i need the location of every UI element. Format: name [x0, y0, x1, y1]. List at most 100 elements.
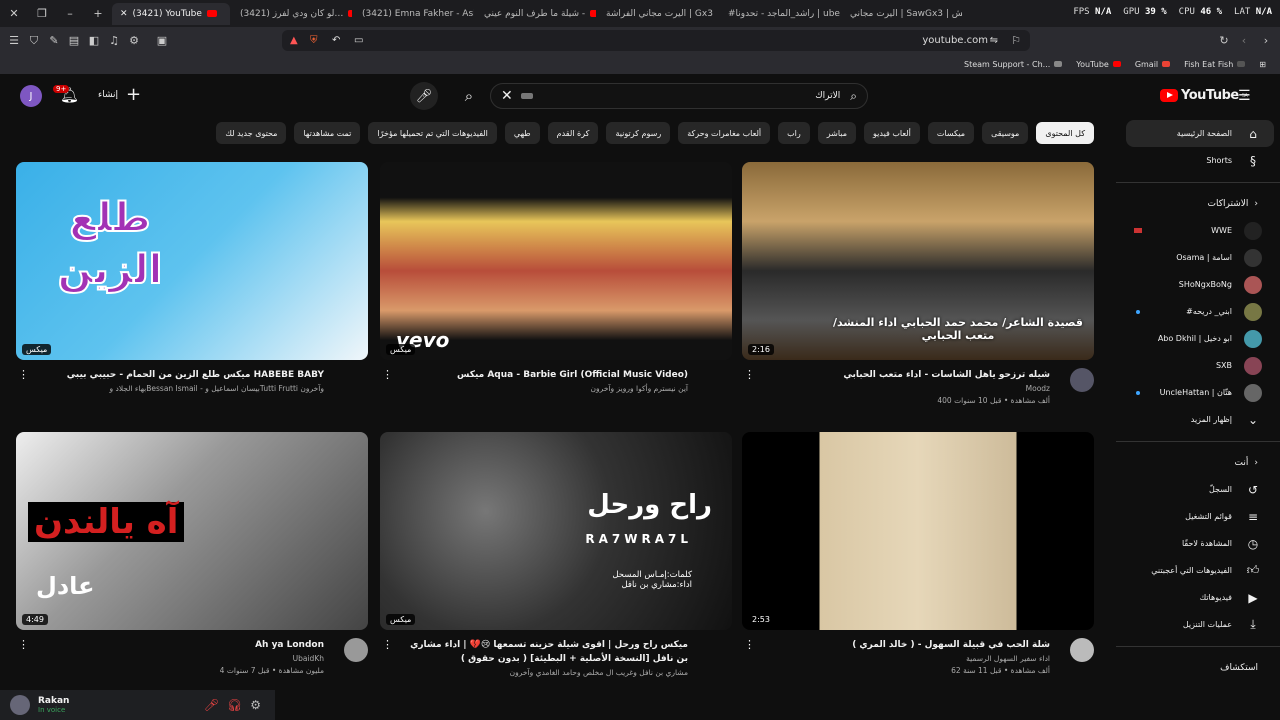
voice-search-icon[interactable]: 🎤︎	[410, 82, 438, 110]
close-tab-icon[interactable]: ✕	[120, 9, 128, 19]
video-thumbnail[interactable]: راح ورحل RA7WRA7L كلمات:إمـاس المسحل اداء:…	[380, 432, 732, 630]
video-channel[interactable]: Moodz	[760, 384, 1050, 393]
chip-filter[interactable]: طهي	[504, 122, 540, 144]
bookmark-item[interactable]: Steam Support - Ch...	[964, 60, 1063, 69]
sidebar-item-home[interactable]: الصفحة الرئيسية ⌂	[1126, 120, 1274, 147]
more-actions-icon[interactable]: ⋮	[382, 638, 393, 651]
search-input[interactable]: ✕ الاتراك ⌕	[490, 83, 868, 109]
video-thumbnail[interactable]: 2:53	[742, 432, 1094, 630]
chip-filter[interactable]: ميكسات	[927, 122, 975, 144]
account-avatar[interactable]: J	[20, 85, 42, 107]
restore-icon[interactable]: ❐	[28, 7, 56, 20]
sidebar-you-item[interactable]: قوائم التشغيل ≡	[1116, 503, 1280, 530]
video-title[interactable]: ميكس طلع الزين من الحمام - حبيبي بيبي HA…	[34, 368, 324, 382]
brave-shield-icon[interactable]: ⛨	[310, 35, 318, 46]
sidebar-channel[interactable]: WWE	[1116, 217, 1280, 244]
shield-icon[interactable]: ⛉	[24, 34, 44, 48]
back-icon[interactable]: ‹	[1234, 34, 1254, 47]
browser-tab[interactable]: (3421) Emna Fakher - Asla…	[354, 3, 474, 25]
sidebar-channel[interactable]: #ابني_ دريحه	[1116, 298, 1280, 325]
sidebar-you-item[interactable]: عمليات التنزيل ⤓	[1116, 611, 1280, 638]
minimize-icon[interactable]: –	[56, 7, 84, 20]
video-channel[interactable]: اداء سفير السهول الرسمية	[760, 654, 1050, 663]
sidebar-channel[interactable]: SHoNgxBoNg	[1116, 271, 1280, 298]
video-card[interactable]: راح ورحل RA7WRA7L كلمات:إمـاس المسحل اداء:…	[380, 432, 732, 698]
video-channel[interactable]: مشاري بن نافل وغريب ال مخلص وحامد الغامد…	[398, 668, 688, 677]
user-settings-icon[interactable]: ⚙	[250, 698, 261, 712]
cast-icon[interactable]: ▭	[354, 35, 363, 46]
sidebar-channel[interactable]: SXB	[1116, 352, 1280, 379]
mute-mic-icon[interactable]: 🎤︎	[204, 698, 219, 712]
video-card[interactable]: طلع الزين ميكس ⋮ ميكس طلع الزين من الحمام -…	[16, 162, 368, 428]
browser-tab[interactable]: اليرت مجاني الفراشة | Gx3	[598, 3, 718, 25]
sidebar-you-item[interactable]: السجلّ ↺	[1116, 476, 1280, 503]
video-channel[interactable]: بهاء الجلاد وBessan Ismail - بيسان اسماع…	[34, 384, 324, 393]
video-title[interactable]: Ah ya London	[34, 638, 324, 652]
music-icon[interactable]: ♫	[104, 34, 124, 47]
new-tab-icon[interactable]: +	[84, 7, 112, 20]
chip-filter[interactable]: تمت مشاهدتها	[294, 122, 361, 144]
subscriptions-header[interactable]: الاشتراكات ›	[1116, 191, 1280, 217]
video-title[interactable]: ميكس راح ورحل | اقوى شيلة حزينه تسمعها 😢…	[398, 638, 688, 666]
bookmark-icon[interactable]: ⚐	[1006, 34, 1026, 47]
video-thumbnail[interactable]: vevo ميكس	[380, 162, 732, 360]
more-bookmarks-icon[interactable]: ⊞	[1259, 60, 1266, 69]
browser-tab[interactable]: (3421) لو كان ودي لفرز…	[232, 3, 352, 25]
chip-filter[interactable]: محتوى جديد لك	[216, 122, 287, 144]
video-title[interactable]: ميكس Aqua - Barbie Girl (Official Music …	[398, 368, 688, 382]
sidebar-channel[interactable]: Abo Dkhil | ابو دخيل	[1116, 325, 1280, 352]
youtube-logo[interactable]: YouTube SA	[1160, 88, 1248, 103]
bookmark-item[interactable]: Fish Eat Fish	[1184, 60, 1246, 69]
more-actions-icon[interactable]: ⋮	[18, 368, 29, 381]
settings-icon[interactable]: ⚙	[124, 34, 144, 47]
video-title[interactable]: شيله ترزحو ياهل الشاسات - اداء متعب الحب…	[760, 368, 1050, 382]
create-button[interactable]: إنشاء +	[98, 86, 141, 104]
more-actions-icon[interactable]: ⋮	[382, 368, 393, 381]
more-actions-icon[interactable]: ⋮	[744, 638, 755, 651]
sidebar-icon[interactable]: ◧	[84, 34, 104, 47]
undo-icon[interactable]: ↶	[332, 35, 340, 46]
video-thumbnail[interactable]: آه يالندن عادل 4:49	[16, 432, 368, 630]
sidebar-channel[interactable]: Osama | اسامة	[1116, 244, 1280, 271]
aria-icon[interactable]: ▲	[290, 35, 298, 46]
more-actions-icon[interactable]: ⋮	[744, 368, 755, 381]
site-settings-icon[interactable]: ⇋	[990, 35, 998, 46]
video-card[interactable]: آه يالندن عادل 4:49 ⋮ Ah ya London UbaidKh 4 م…	[16, 432, 368, 698]
sidebar-you-item[interactable]: فيديوهاتك ▶	[1116, 584, 1280, 611]
search-button[interactable]: ⌕	[450, 83, 488, 109]
chip-filter[interactable]: الفيديوهات التي تم تحميلها مؤخرًا	[368, 122, 497, 144]
screenshot-icon[interactable]: ▣	[152, 34, 172, 47]
channel-avatar[interactable]	[1070, 368, 1094, 392]
video-thumbnail[interactable]: قصيدة الشاعر/ محمد حمد الحبابي اداء المن…	[742, 162, 1094, 360]
chip-filter[interactable]: كرة القدم	[547, 122, 599, 144]
bookmark-item[interactable]: Gmail	[1135, 60, 1171, 69]
chip-filter[interactable]: مباشر	[817, 122, 857, 144]
browser-tab[interactable]: ✕ (3421) YouTube	[112, 2, 230, 25]
channel-avatar[interactable]	[1070, 638, 1094, 662]
chip-filter[interactable]: راب	[778, 122, 810, 144]
you-header[interactable]: أنت ›	[1116, 450, 1280, 476]
channel-avatar[interactable]	[344, 638, 368, 662]
extensions-icon[interactable]: ✎	[44, 34, 64, 47]
keyboard-icon[interactable]	[520, 93, 533, 99]
sidebar-you-item[interactable]: المشاهدة لاحقًا ◷	[1116, 530, 1280, 557]
show-more-button[interactable]: إظهار المزيد ⌄	[1116, 406, 1280, 433]
forward-icon[interactable]: ›	[1256, 34, 1276, 47]
video-thumbnail[interactable]: طلع الزين ميكس	[16, 162, 368, 360]
browser-tab[interactable]: اليرت مجاني | SawGx3 | الش…	[842, 3, 962, 25]
bookmark-item[interactable]: YouTube	[1076, 60, 1121, 69]
sidebar-channel[interactable]: UncleHattan | هتّان	[1116, 379, 1280, 406]
deafen-icon[interactable]: 🎧︎	[227, 698, 242, 712]
clear-search-icon[interactable]: ✕	[501, 88, 513, 104]
video-channel[interactable]: UbaidKh	[34, 654, 324, 663]
chip-filter[interactable]: رسوم كرتونية	[606, 122, 671, 144]
browser-tab[interactable]: #راشد_الماجد - تحدونا | ube	[720, 3, 840, 25]
guide-menu-icon[interactable]: ☰	[1238, 88, 1251, 104]
video-card[interactable]: vevo ميكس ⋮ ميكس Aqua - Barbie Girl (Offici…	[380, 162, 732, 428]
sidebar-you-item[interactable]: الفيديوهات التي أعجبتني 👍︎	[1116, 557, 1280, 584]
video-card[interactable]: قصيدة الشاعر/ محمد حمد الحبابي اداء المن…	[742, 162, 1094, 428]
sidebar-item-shorts[interactable]: Shorts §	[1116, 147, 1280, 174]
video-title[interactable]: شلة الحب في قبيلة السهول - ( خالد المري …	[760, 638, 1050, 652]
address-bar[interactable]: ▲ ⛨ ↶ ▭ youtube.com ⇋	[282, 30, 1030, 51]
video-card[interactable]: 2:53 ⋮ شلة الحب في قبيلة السهول - ( خالد ا…	[742, 432, 1094, 698]
